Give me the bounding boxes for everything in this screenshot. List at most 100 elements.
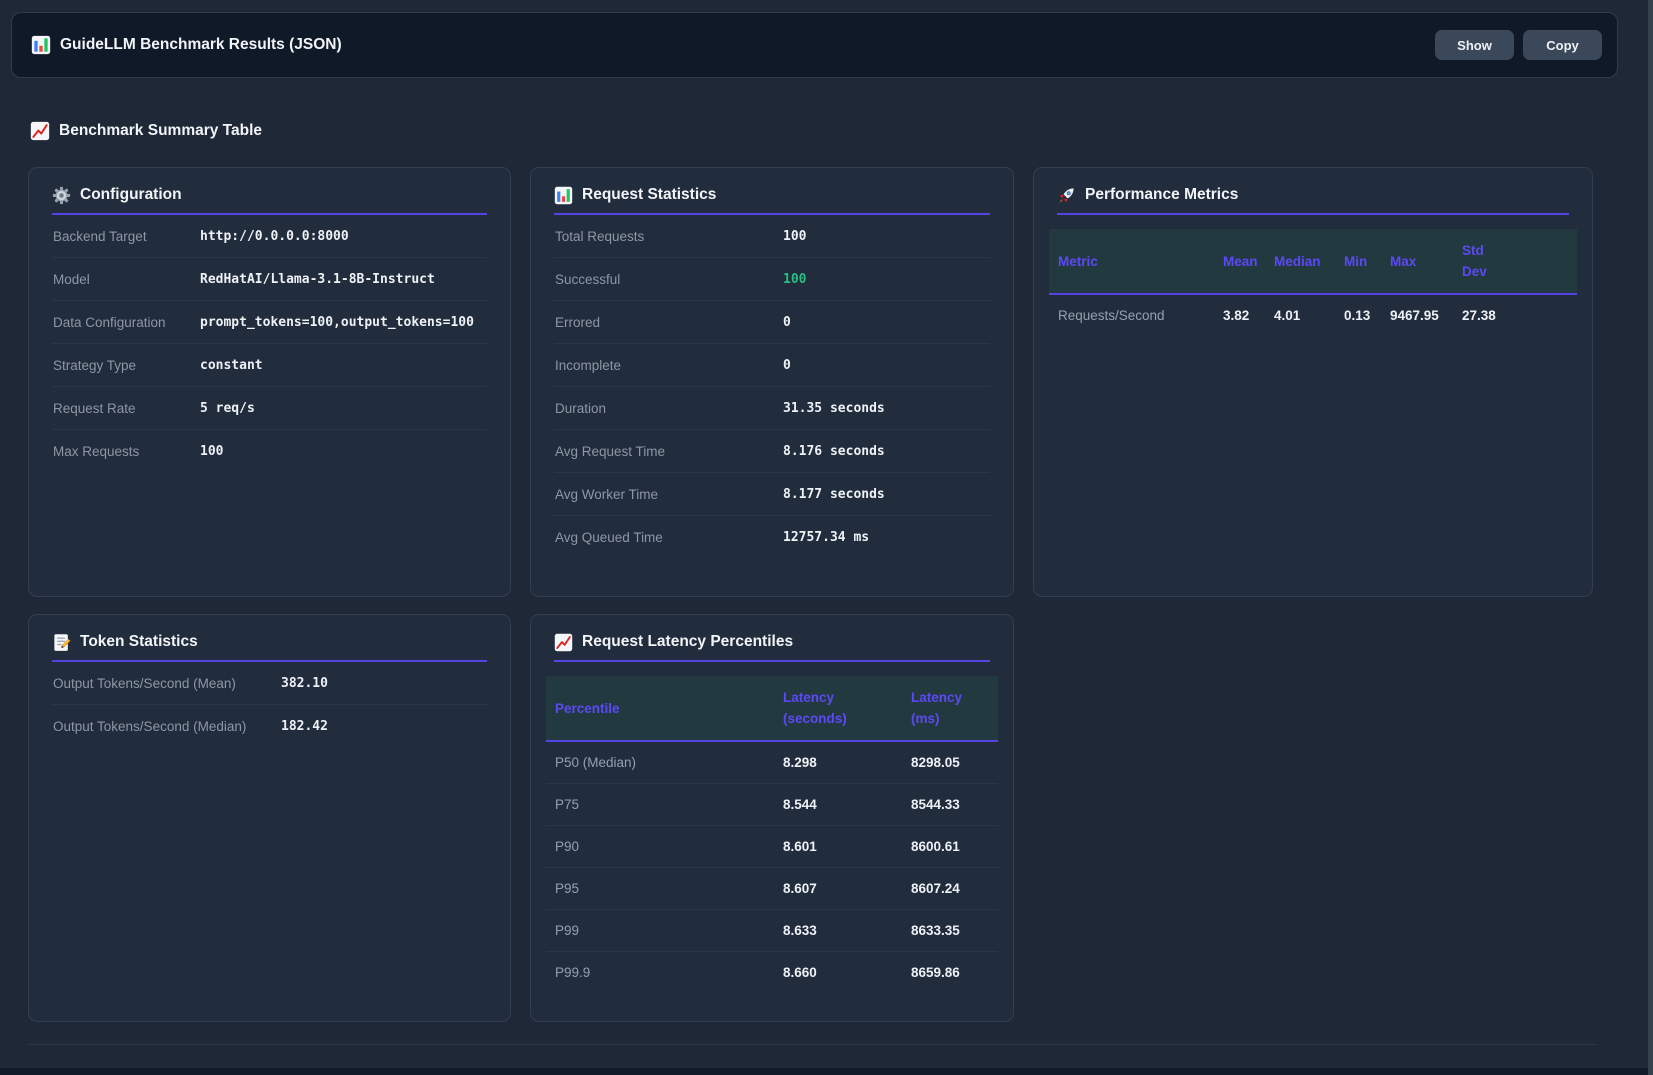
kv-row: Data Configuration prompt_tokens=100,out… (52, 301, 487, 344)
page-title-text: GuideLLM Benchmark Results (JSON) (60, 36, 342, 54)
kv-label: Data Configuration (52, 315, 200, 330)
col-latency-ms: Latency (ms) (902, 676, 998, 741)
metric-min: 0.13 (1335, 294, 1381, 336)
panel-bottom-seam (28, 1044, 1598, 1045)
latency-percentiles-card-title: Request Latency Percentiles (582, 632, 793, 652)
kv-value: prompt_tokens=100,output_tokens=100 (200, 315, 474, 330)
token-statistics-card: Token Statistics Output Tokens/Second (M… (28, 614, 511, 1022)
latency-ms: 8544.33 (902, 784, 998, 826)
kv-value: 100 (200, 444, 223, 459)
table-row: P99.9 8.660 8659.86 (546, 952, 998, 994)
latency-seconds: 8.601 (774, 826, 902, 868)
col-median: Median (1265, 229, 1335, 294)
chart-up-icon (30, 121, 50, 141)
kv-label: Backend Target (52, 229, 200, 244)
page-title: GuideLLM Benchmark Results (JSON) (31, 35, 342, 55)
kv-value: 100 (783, 229, 806, 244)
metric-max: 9467.95 (1381, 294, 1453, 336)
metric-name: Requests/Second (1049, 294, 1214, 336)
kv-label: Output Tokens/Second (Median) (52, 719, 281, 734)
col-mean: Mean (1214, 229, 1265, 294)
col-min: Min (1335, 229, 1381, 294)
performance-metrics-card-header: Performance Metrics (1057, 185, 1569, 205)
metric-std-dev: 27.38 (1453, 294, 1577, 336)
percentile-name: P90 (546, 826, 774, 868)
latency-seconds: 8.660 (774, 952, 902, 994)
request-statistics-card-title: Request Statistics (582, 185, 716, 205)
kv-value: 8.177 seconds (783, 487, 885, 502)
gear-icon (52, 186, 71, 205)
topbar-actions: Show Copy (1435, 30, 1602, 60)
col-percentile: Percentile (546, 676, 774, 741)
kv-value: 382.10 (281, 676, 328, 691)
percentile-name: P50 (Median) (546, 741, 774, 784)
kv-label: Errored (554, 315, 783, 330)
percentile-name: P99.9 (546, 952, 774, 994)
chart-up-icon (554, 633, 573, 652)
kv-value: 8.176 seconds (783, 444, 885, 459)
show-button[interactable]: Show (1435, 30, 1514, 60)
table-row: P95 8.607 8607.24 (546, 868, 998, 910)
kv-row: Output Tokens/Second (Median) 182.42 (52, 705, 487, 748)
col-max: Max (1381, 229, 1453, 294)
col-metric: Metric (1049, 229, 1214, 294)
kv-row: Backend Target http://0.0.0.0:8000 (52, 215, 487, 258)
performance-metrics-table: Metric Mean Median Min Max Std Dev Reque… (1049, 229, 1577, 336)
kv-label: Total Requests (554, 229, 783, 244)
kv-value: 0 (783, 315, 791, 330)
kv-value: 12757.34 ms (783, 530, 869, 545)
kv-row: Max Requests 100 (52, 430, 487, 473)
footer-strip (0, 1068, 1653, 1075)
percentile-name: P95 (546, 868, 774, 910)
kv-row: Total Requests 100 (554, 215, 990, 258)
kv-label: Successful (554, 272, 783, 287)
performance-metrics-card-title: Performance Metrics (1085, 185, 1238, 205)
topbar: GuideLLM Benchmark Results (JSON) Show C… (11, 12, 1618, 78)
accent-rule (1057, 213, 1569, 215)
kv-label: Duration (554, 401, 783, 416)
summary-grid: Configuration Backend Target http://0.0.… (28, 167, 1593, 1022)
col-std-dev-text: Std Dev (1462, 240, 1496, 282)
bar-chart-icon (554, 186, 573, 205)
request-statistics-card-header: Request Statistics (554, 185, 990, 205)
copy-button[interactable]: Copy (1523, 30, 1602, 60)
kv-label: Model (52, 272, 200, 287)
latency-seconds: 8.607 (774, 868, 902, 910)
kv-value-success: 100 (783, 272, 806, 287)
latency-ms: 8633.35 (902, 910, 998, 952)
kv-label: Strategy Type (52, 358, 200, 373)
latency-seconds: 8.633 (774, 910, 902, 952)
request-statistics-card: Request Statistics Total Requests 100 Su… (530, 167, 1014, 597)
latency-percentiles-card-header: Request Latency Percentiles (554, 632, 990, 652)
kv-row: Errored 0 (554, 301, 990, 344)
kv-label: Avg Worker Time (554, 487, 783, 502)
table-header-row: Percentile Latency (seconds) Latency (ms… (546, 676, 998, 741)
kv-label: Avg Request Time (554, 444, 783, 459)
percentile-name: P99 (546, 910, 774, 952)
kv-value: 5 req/s (200, 401, 255, 416)
kv-row: Avg Queued Time 12757.34 ms (554, 516, 990, 559)
section-heading: Benchmark Summary Table (30, 121, 262, 141)
kv-row: Duration 31.35 seconds (554, 387, 990, 430)
metric-median: 4.01 (1265, 294, 1335, 336)
kv-value: constant (200, 358, 263, 373)
metric-mean: 3.82 (1214, 294, 1265, 336)
kv-label: Max Requests (52, 444, 200, 459)
kv-row: Strategy Type constant (52, 344, 487, 387)
configuration-card-title: Configuration (80, 185, 182, 205)
kv-value: 182.42 (281, 719, 328, 734)
latency-ms: 8600.61 (902, 826, 998, 868)
performance-metrics-card: Performance Metrics Metric Mean Median M… (1033, 167, 1593, 597)
table-row: P99 8.633 8633.35 (546, 910, 998, 952)
kv-value: 0 (783, 358, 791, 373)
vertical-scrollbar[interactable] (1648, 0, 1653, 1075)
kv-value: RedHatAI/Llama-3.1-8B-Instruct (200, 272, 435, 287)
table-row: P75 8.544 8544.33 (546, 784, 998, 826)
rocket-icon (1057, 186, 1076, 205)
latency-percentiles-card: Request Latency Percentiles Percentile L… (530, 614, 1014, 1022)
table-row: P50 (Median) 8.298 8298.05 (546, 741, 998, 784)
kv-label: Request Rate (52, 401, 200, 416)
latency-ms: 8298.05 (902, 741, 998, 784)
kv-row: Output Tokens/Second (Mean) 382.10 (52, 662, 487, 705)
configuration-card-header: Configuration (52, 185, 487, 205)
